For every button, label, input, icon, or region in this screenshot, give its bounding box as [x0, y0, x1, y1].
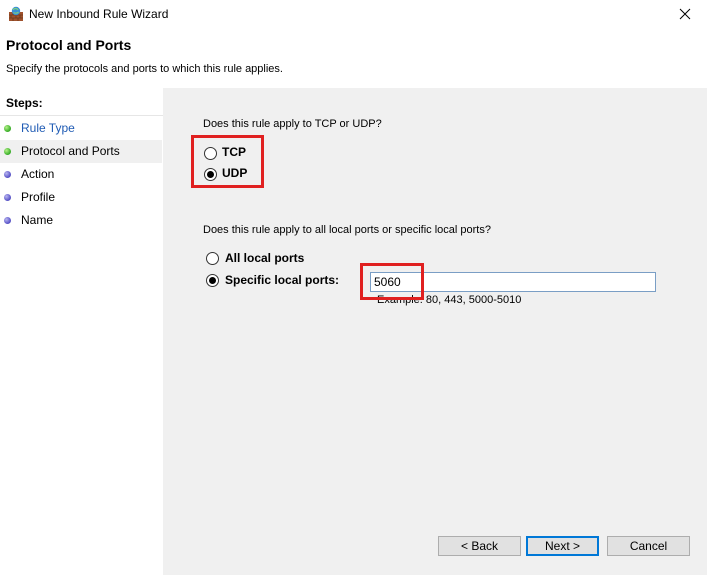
page-title: Protocol and Ports [6, 37, 132, 53]
step-rule-type[interactable]: Rule Type [0, 117, 162, 140]
back-button[interactable]: < Back [438, 536, 521, 556]
window-title: New Inbound Rule Wizard [29, 7, 169, 21]
step-complete-icon [4, 125, 11, 132]
step-protocol-and-ports[interactable]: Protocol and Ports [0, 140, 162, 163]
specific-local-ports-label[interactable]: Specific local ports: [225, 273, 339, 287]
step-label: Name [21, 213, 54, 227]
wizard-content: Does this rule apply to TCP or UDP? TCP … [163, 88, 707, 575]
step-pending-icon [4, 194, 11, 201]
ports-example-hint: Example: 80, 443, 5000-5010 [377, 294, 522, 306]
close-button[interactable] [663, 0, 707, 28]
title-bar: New Inbound Rule Wizard [0, 0, 707, 28]
next-button-label: Next > [544, 539, 580, 553]
step-profile: Profile [0, 186, 162, 209]
step-name: Name [0, 209, 162, 232]
step-label: Rule Type [21, 121, 75, 135]
ports-question: Does this rule apply to all local ports … [203, 224, 491, 236]
cancel-button[interactable]: Cancel [607, 536, 690, 556]
firewall-shield-icon [8, 6, 24, 22]
protocol-question: Does this rule apply to TCP or UDP? [203, 118, 382, 130]
tcp-label[interactable]: TCP [222, 145, 246, 159]
all-local-ports-radio[interactable] [206, 252, 219, 265]
local-ports-input[interactable] [370, 272, 656, 292]
wizard-body: Steps: Rule Type Protocol and Ports Acti… [0, 88, 707, 575]
page-description: Specify the protocols and ports to which… [6, 63, 283, 75]
step-pending-icon [4, 217, 11, 224]
steps-title: Steps: [6, 96, 43, 110]
close-icon [679, 8, 691, 20]
all-local-ports-label[interactable]: All local ports [225, 251, 304, 265]
step-label: Profile [21, 190, 56, 204]
specific-local-ports-radio[interactable] [206, 274, 219, 287]
step-label: Protocol and Ports [21, 144, 120, 158]
protocol-highlight-box [191, 135, 264, 188]
step-label: Action [21, 167, 55, 181]
cancel-button-label: Cancel [629, 539, 668, 553]
step-current-icon [4, 148, 11, 155]
back-button-label: < Back [460, 539, 499, 553]
step-action: Action [0, 163, 162, 186]
step-pending-icon [4, 171, 11, 178]
wizard-header: Protocol and Ports Specify the protocols… [0, 28, 707, 88]
tcp-radio[interactable] [204, 147, 217, 160]
next-button[interactable]: Next > [526, 536, 599, 556]
udp-radio[interactable] [204, 168, 217, 181]
steps-panel: Steps: Rule Type Protocol and Ports Acti… [0, 88, 163, 575]
udp-label[interactable]: UDP [222, 166, 247, 180]
steps-header: Steps: [0, 92, 163, 116]
